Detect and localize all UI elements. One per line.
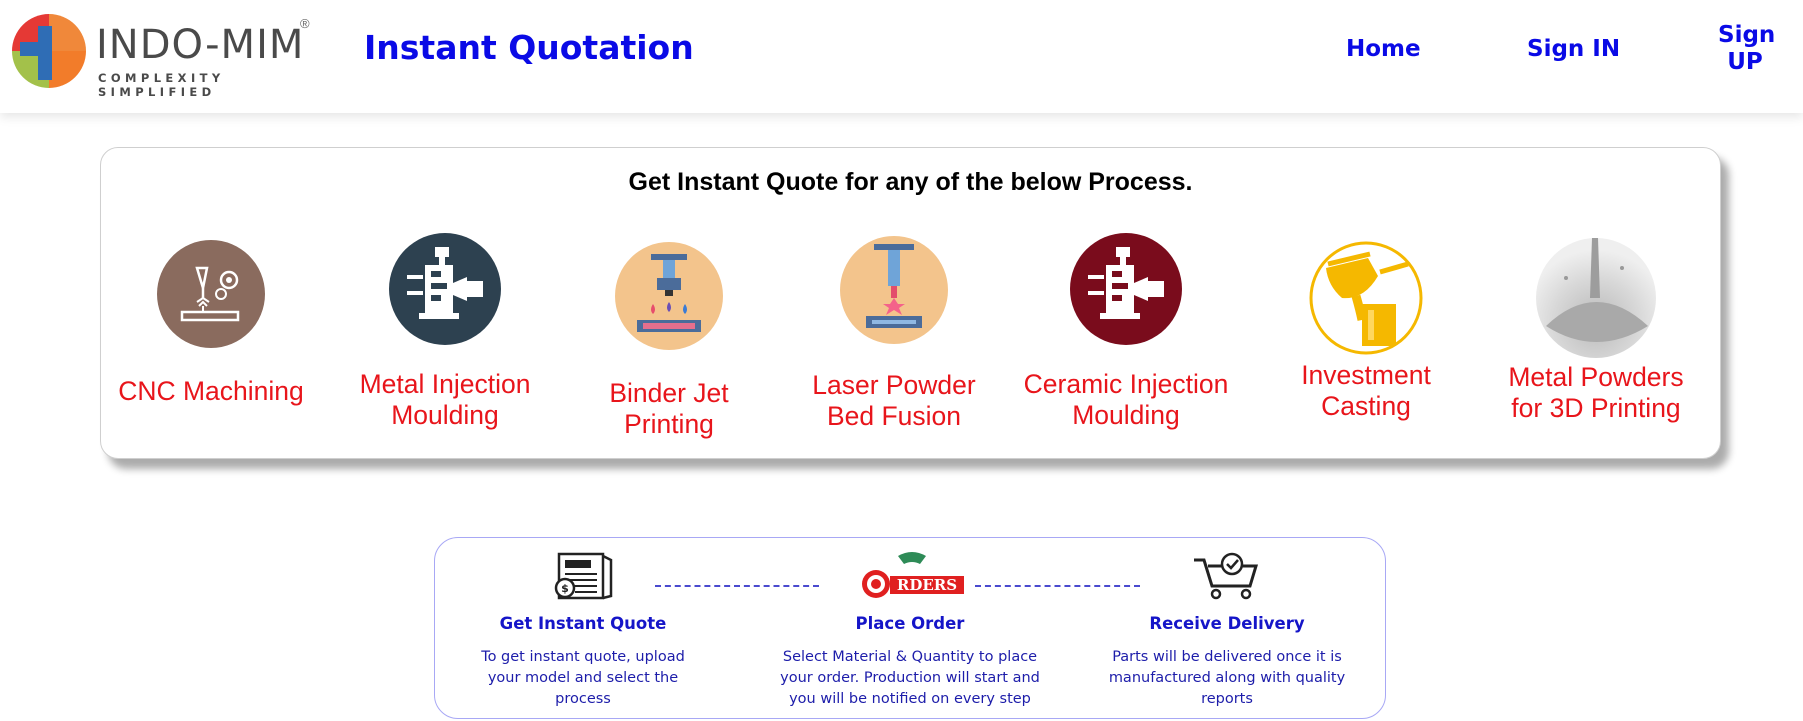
shopping-cart-icon [1194,552,1259,600]
process-label-line-2: Printing [624,409,714,439]
laser-powder-bed-fusion-icon [840,236,948,344]
logo[interactable]: INDO-MIM ® COMPLEXITY SIMPLIFIED [10,10,310,99]
step-description: To get instant quote, upload your model a… [481,649,685,707]
step-title: Get Instant Quote [499,614,667,633]
step-title: Receive Delivery [1149,614,1305,633]
nav-sign-in-link[interactable]: Sign IN [1527,36,1620,136]
process-label-line-1: Metal Powders [1508,362,1684,392]
metal-powders-icon [1536,238,1656,358]
page-title: Instant Quotation [364,28,694,67]
process-investment-casting[interactable]: Investment Casting [1266,240,1466,422]
step-description: Select Material & Quantity to place your … [780,649,1040,707]
logo-mark-icon [12,14,86,88]
process-metal-injection-moulding[interactable]: Metal Injection Moulding [345,233,545,431]
cnc-machining-icon [157,240,265,348]
quote-document-icon: $ [554,552,613,600]
process-label-line-1: CNC Machining [118,376,304,406]
process-label-line-2: for 3D Printing [1511,393,1681,423]
sign-up-line-1: Sign [1718,22,1776,48]
process-metal-powders[interactable]: Metal Powders for 3D Printing [1491,238,1701,424]
svg-text:RDERS: RDERS [897,576,957,594]
process-card: Get Instant Quote for any of the below P… [100,147,1721,459]
step-receive-delivery: Receive Delivery Parts will be delivered… [1107,550,1347,710]
logo-registered-mark: ® [300,16,310,31]
process-label-line-2: Casting [1321,391,1411,421]
process-label-line-1: Binder Jet [609,378,729,408]
process-label-line-1: Ceramic Injection [1023,369,1229,399]
ceramic-injection-moulding-icon [1070,233,1182,345]
process-ceramic-injection-moulding[interactable]: Ceramic Injection Moulding [1011,233,1241,431]
nav-home-link[interactable]: Home [1346,36,1421,136]
process-cnc-machining[interactable]: CNC Machining [113,240,309,407]
logo-tagline: COMPLEXITY SIMPLIFIED [98,71,225,99]
process-card-heading: Get Instant Quote for any of the below P… [628,168,1193,196]
steps-panel: $ Get Instant Quote To get instant quote… [434,537,1386,719]
process-binder-jet-printing[interactable]: Binder Jet Printing [569,242,769,440]
step-get-instant-quote: $ Get Instant Quote To get instant quote… [463,550,703,710]
process-label-line-1: Laser Powder [812,370,976,400]
step-place-order: RDERS Place Order Select Material & Quan… [775,550,1045,710]
binder-jet-printing-icon [615,242,723,350]
process-label-line-2: Moulding [1072,400,1180,430]
logo-text: INDO-MIM [96,22,305,68]
process-label-line-2: Moulding [391,400,499,430]
step-description: Parts will be delivered once it is manufa… [1108,649,1346,707]
orders-icon: RDERS [862,552,964,598]
process-laser-powder-bed-fusion[interactable]: Laser Powder Bed Fusion [794,236,994,432]
step-title: Place Order [855,614,965,633]
sign-up-line-2: UP [1727,49,1763,75]
process-label-line-2: Bed Fusion [826,401,962,431]
svg-text:$: $ [561,582,569,595]
process-label-line-1: Metal Injection [359,369,531,399]
investment-casting-icon [1309,241,1423,355]
metal-injection-moulding-icon [389,233,501,345]
nav-sign-up-link[interactable]: Sign UP [1718,22,1776,122]
process-label-line-1: Investment [1301,360,1431,390]
header: INDO-MIM ® COMPLEXITY SIMPLIFIED Instant… [0,0,1803,113]
